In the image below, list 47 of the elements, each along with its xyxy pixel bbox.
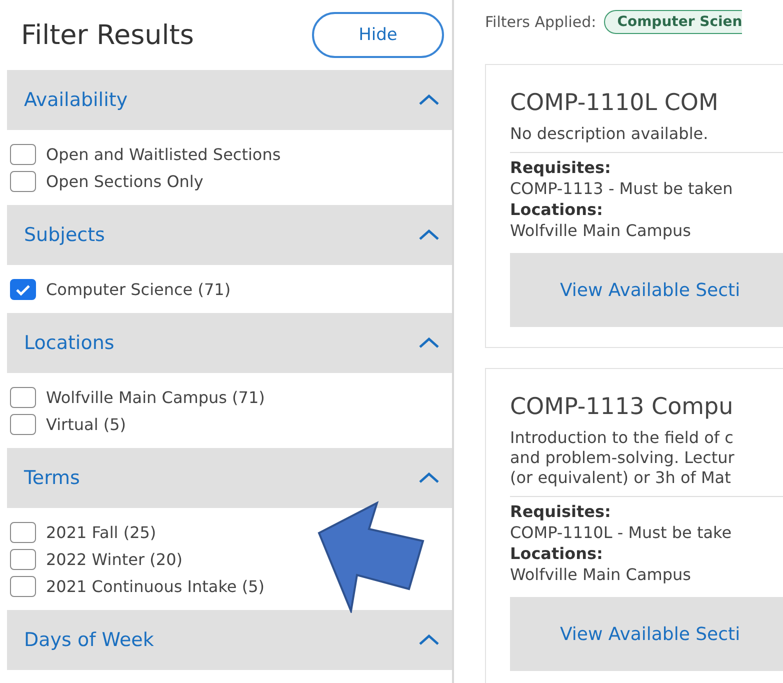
filter-chip[interactable]: Computer Scien: [604, 10, 742, 34]
chevron-icon: [418, 94, 440, 106]
chevron-icon: [418, 472, 440, 484]
section-header[interactable]: Locations: [7, 313, 452, 373]
course-title: COMP-1113 Compu: [510, 394, 734, 420]
filters-applied-label: Filters Applied:: [485, 13, 596, 31]
course-description: Introduction to the field of c: [510, 428, 734, 448]
course-description: No description available.: [510, 124, 710, 144]
locations-label: Locations:: [510, 543, 604, 564]
checkbox[interactable]: [10, 387, 36, 408]
course-description: and problem-solving. Lectur: [510, 448, 736, 468]
chevron-icon: [418, 229, 440, 241]
view-sections-button[interactable]: View Available Secti: [510, 597, 783, 671]
section-header[interactable]: Availability: [7, 70, 452, 130]
chevron-icon: [418, 634, 440, 646]
checkbox[interactable]: [10, 279, 36, 300]
view-sections-button[interactable]: View Available Secti: [510, 253, 783, 327]
checkbox[interactable]: [10, 171, 36, 192]
requisites-label: Requisites:: [510, 501, 612, 522]
locations-text: Wolfville Main Campus: [510, 220, 692, 241]
locations-label: Locations:: [510, 199, 604, 220]
course-title: COMP-1110L COM: [510, 90, 720, 116]
option-label: Virtual (5): [46, 415, 126, 434]
section-header[interactable]: Terms: [7, 448, 452, 508]
checkbox[interactable]: [10, 576, 36, 597]
chevron-icon: [418, 337, 440, 349]
option-label: 2022 Winter (20): [46, 550, 182, 569]
option-label: Wolfville Main Campus (71): [46, 388, 265, 407]
section-header[interactable]: Subjects: [7, 205, 452, 265]
requisites-text: COMP-1110L - Must be take: [510, 522, 733, 543]
option-label: 2021 Continuous Intake (5): [46, 577, 264, 596]
checkbox[interactable]: [10, 522, 36, 543]
hide-button[interactable]: Hide: [312, 12, 444, 58]
checkmark-icon: [15, 284, 31, 296]
panel-title: Filter Results: [21, 20, 194, 50]
option-label: Open and Waitlisted Sections: [46, 145, 281, 164]
locations-text: Wolfville Main Campus: [510, 564, 692, 585]
section-header[interactable]: Days of Week: [7, 610, 452, 670]
option-label: 2021 Fall (25): [46, 523, 156, 542]
course-description: (or equivalent) or 3h of Mat: [510, 468, 732, 488]
option-label: Open Sections Only: [46, 172, 204, 191]
option-label: Computer Science (71): [46, 280, 231, 299]
requisites-label: Requisites:: [510, 157, 612, 178]
checkbox[interactable]: [10, 414, 36, 435]
requisites-text: COMP-1113 - Must be taken: [510, 178, 734, 199]
checkbox[interactable]: [10, 144, 36, 165]
checkbox[interactable]: [10, 549, 36, 570]
